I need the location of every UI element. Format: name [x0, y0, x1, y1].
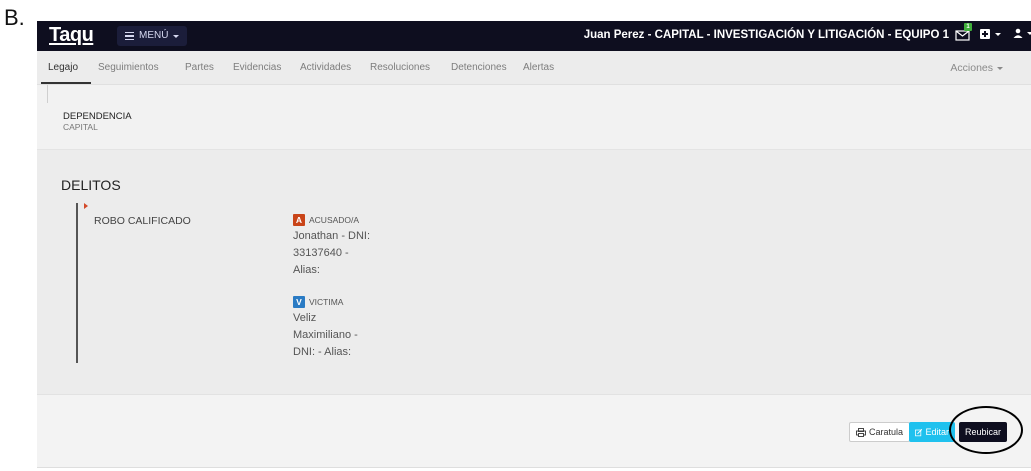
acciones-dropdown[interactable]: Acciones — [950, 62, 1003, 74]
party-line: Maximiliano - — [293, 329, 358, 341]
notification-badge: 1 — [964, 23, 972, 31]
top-navbar: Taqu MENÚ Juan Perez - CAPITAL - INVESTI… — [37, 21, 1031, 51]
editar-label: Editar — [925, 427, 949, 437]
party-details: Jonathan - DNI: 33137640 - Alias: — [293, 228, 393, 279]
add-dropdown-button[interactable] — [980, 29, 1001, 39]
edit-icon — [915, 428, 923, 436]
party-line: DNI: - Alias: — [293, 346, 352, 358]
timeline-marker-icon — [84, 203, 88, 209]
party-acusado: A ACUSADO/A Jonathan - DNI: 33137640 - A… — [293, 214, 393, 279]
chevron-down-icon — [173, 34, 180, 38]
plus-square-icon — [980, 29, 990, 39]
user-menu-button[interactable] — [1013, 28, 1031, 38]
tab-detenciones[interactable]: Detenciones — [451, 62, 507, 73]
party-details: Veliz Maximiliano - DNI: - Alias: — [293, 310, 393, 361]
tab-actividades[interactable]: Actividades — [300, 62, 351, 73]
tab-seguimientos[interactable]: Seguimientos — [98, 62, 159, 73]
timeline-line — [76, 203, 78, 363]
page-root: B. Taqu MENÚ Juan Perez - CAPITAL - INVE… — [0, 0, 1031, 471]
tab-partes[interactable]: Partes — [185, 62, 214, 73]
party-line: Veliz — [293, 312, 317, 324]
party-line: Alias: — [293, 264, 320, 276]
victima-badge: V — [293, 296, 305, 308]
divider — [47, 85, 48, 103]
tabs-bar: Legajo Seguimientos Partes Evidencias Ac… — [37, 51, 1031, 85]
editar-button[interactable]: Editar — [909, 422, 955, 442]
delitos-title: DELITOS — [61, 177, 121, 193]
delito-name: ROBO CALIFICADO — [94, 215, 191, 227]
print-icon — [856, 427, 866, 437]
tab-alertas[interactable]: Alertas — [523, 62, 554, 73]
menu-label: MENÚ — [139, 30, 169, 41]
party-line: Jonathan - DNI: — [293, 230, 371, 242]
dependencia-value: CAPITAL — [63, 122, 98, 132]
tab-evidencias[interactable]: Evidencias — [233, 62, 281, 73]
actions-panel: Caratula Editar Reubicar — [37, 395, 1031, 468]
chevron-down-icon — [995, 32, 1001, 36]
acusado-badge: A — [293, 214, 305, 226]
brand-logo[interactable]: Taqu — [49, 24, 94, 47]
active-tab-indicator — [41, 82, 91, 84]
hamburger-icon — [125, 30, 134, 43]
dependencia-label: DEPENDENCIA — [63, 111, 132, 122]
tab-resoluciones[interactable]: Resoluciones — [370, 62, 430, 73]
chevron-down-icon — [1027, 31, 1031, 35]
figure-label: B. — [4, 5, 25, 30]
tab-legajo[interactable]: Legajo — [48, 62, 78, 73]
chevron-down-icon — [997, 66, 1003, 70]
menu-button[interactable]: MENÚ — [117, 26, 188, 46]
party-role: VICTIMA — [309, 297, 344, 307]
acciones-label: Acciones — [950, 62, 993, 74]
caratula-label: Caratula — [869, 427, 904, 437]
delitos-panel: DELITOS ROBO CALIFICADO A ACUSADO/A Jona… — [37, 150, 1031, 395]
party-line: 33137640 - — [293, 247, 349, 259]
user-icon — [1013, 28, 1023, 38]
user-context-title: Juan Perez - CAPITAL - INVESTIGACIÓN Y L… — [583, 29, 949, 41]
party-victima: V VICTIMA Veliz Maximiliano - DNI: - Ali… — [293, 296, 393, 361]
dependencia-panel: DEPENDENCIA CAPITAL — [37, 85, 1031, 150]
caratula-button[interactable]: Caratula — [849, 422, 911, 442]
highlight-circle-annotation — [949, 406, 1023, 454]
brand-text: Taqu — [49, 24, 94, 46]
party-role: ACUSADO/A — [309, 215, 360, 225]
